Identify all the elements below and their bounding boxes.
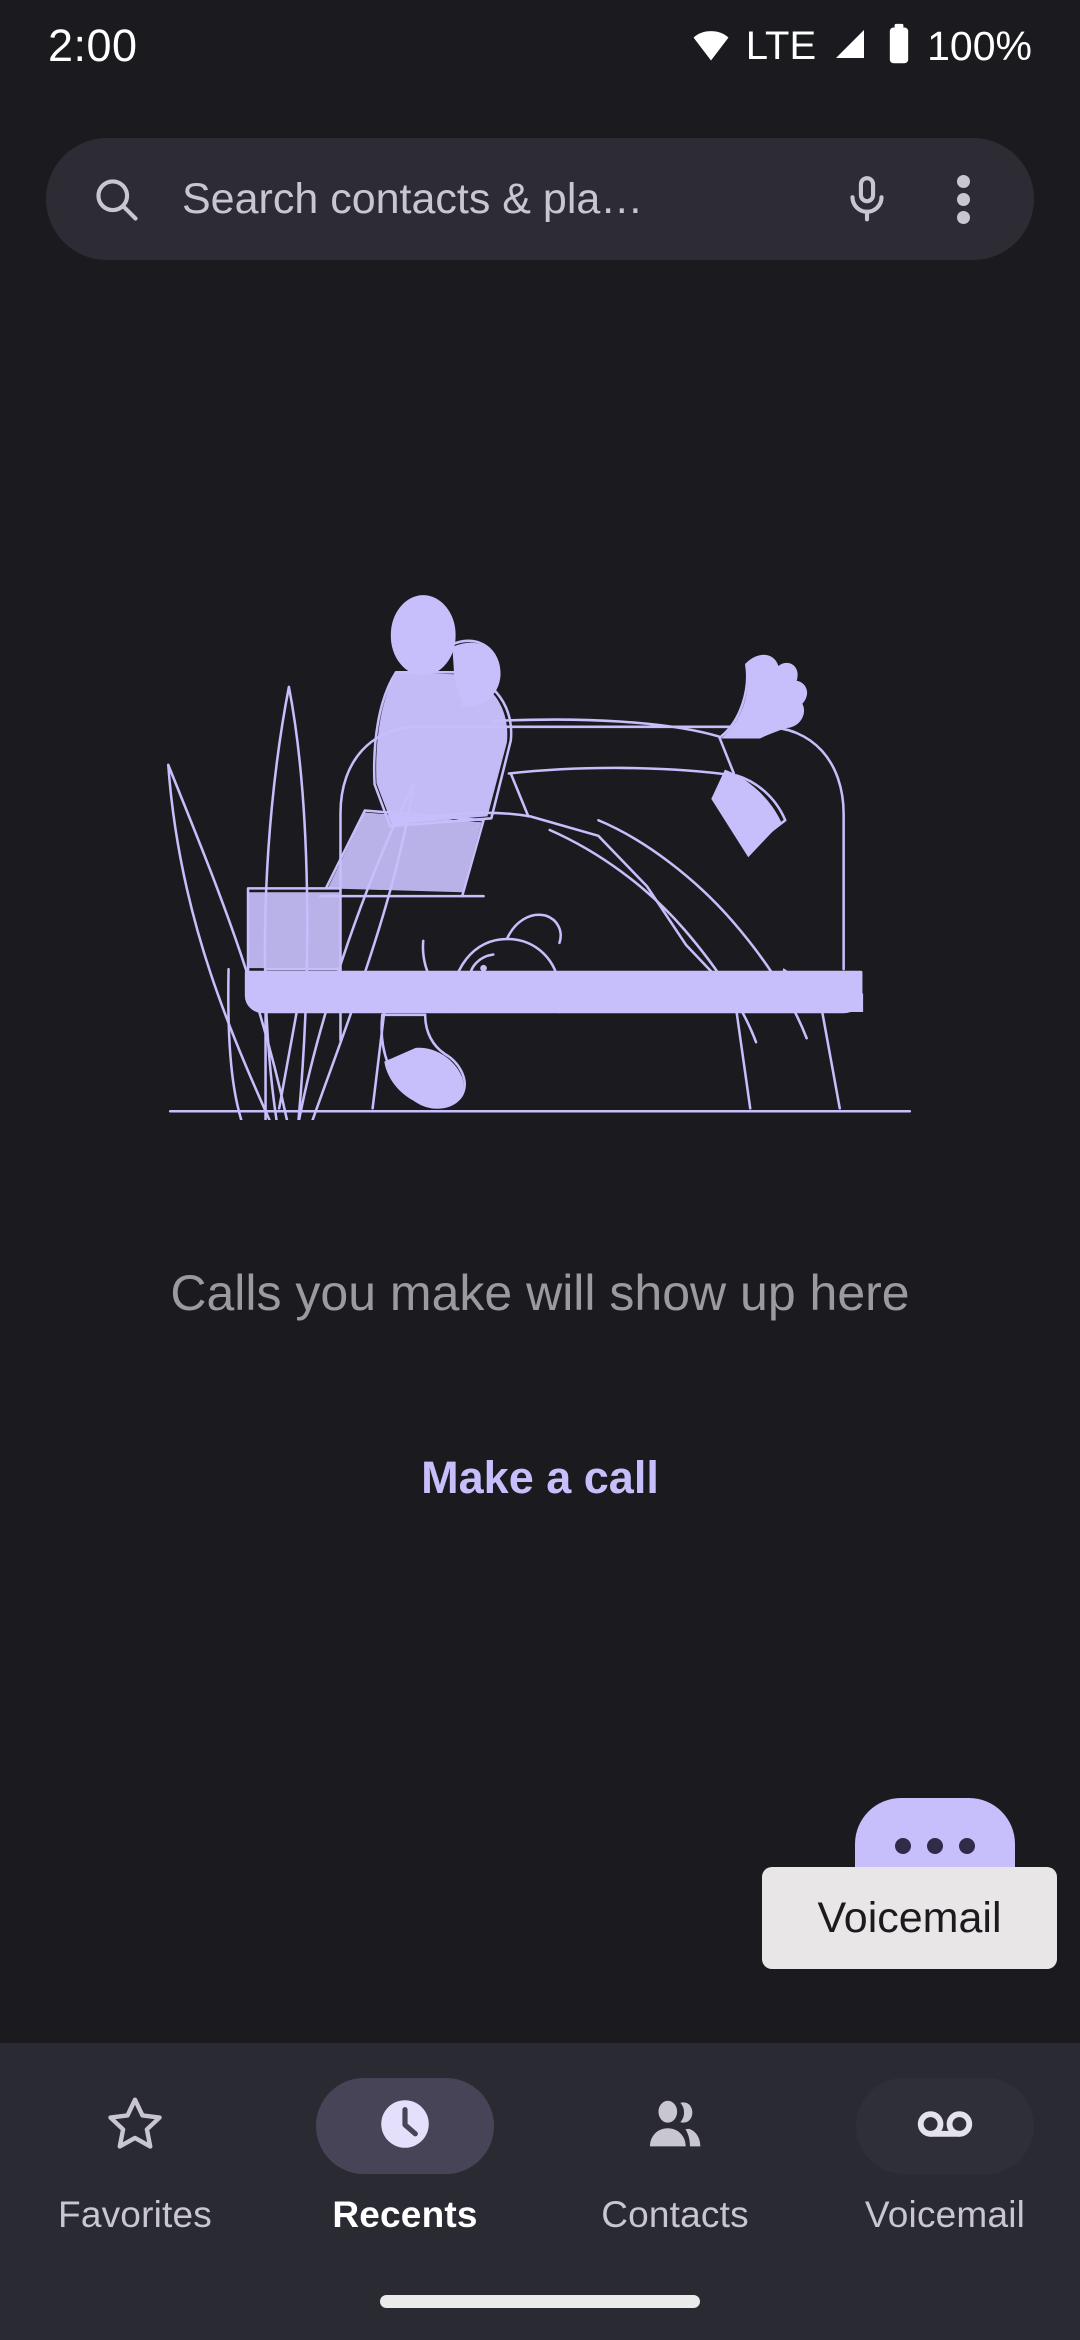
voicemail-tooltip-label: Voicemail <box>817 1893 1002 1942</box>
search-input[interactable]: Search contacts & pla… <box>182 175 830 224</box>
status-bar: 2:00 LTE 100% <box>0 0 1080 92</box>
microphone-icon[interactable] <box>830 162 904 236</box>
nav-pill-voicemail <box>856 2078 1034 2174</box>
nav-item-favorites[interactable]: Favorites <box>0 2078 270 2236</box>
battery-full-icon <box>884 22 914 71</box>
nav-pill-recents <box>316 2078 494 2174</box>
search-icon <box>88 171 144 227</box>
nav-pill-contacts <box>586 2078 764 2174</box>
empty-state-title: Calls you make will show up here <box>170 1265 910 1321</box>
voicemail-tooltip: Voicemail <box>762 1867 1057 1969</box>
bottom-navigation-bar: Favorites Recents Contacts Voicemail <box>0 2043 1080 2340</box>
overflow-menu-icon[interactable] <box>926 162 1000 236</box>
nav-label-favorites: Favorites <box>58 2194 212 2235</box>
make-a-call-link[interactable]: Make a call <box>0 1452 1080 1504</box>
nav-label-contacts: Contacts <box>601 2194 749 2235</box>
overflow-dot <box>956 174 970 188</box>
nav-item-recents[interactable]: Recents <box>270 2078 540 2236</box>
overflow-dot <box>956 210 970 224</box>
person-on-couch-with-dog-illustration <box>135 575 945 1120</box>
people-icon <box>643 2092 707 2161</box>
status-bar-icons: LTE 100% <box>689 22 1032 71</box>
battery-percent-label: 100% <box>927 22 1032 69</box>
voicemail-icon <box>913 2092 977 2161</box>
cellular-signal-icon <box>829 23 871 70</box>
star-icon <box>104 2093 166 2160</box>
nav-pill-favorites <box>46 2078 224 2174</box>
overflow-dot <box>956 192 970 206</box>
nav-item-voicemail[interactable]: Voicemail <box>810 2078 1080 2236</box>
nav-item-contacts[interactable]: Contacts <box>540 2078 810 2236</box>
phone-screen: 2:00 LTE 100% Search contacts & pla… Cal… <box>0 0 1080 2340</box>
status-bar-clock: 2:00 <box>48 20 138 71</box>
network-type-label: LTE <box>745 23 817 68</box>
wifi-icon <box>689 22 733 71</box>
nav-label-voicemail: Voicemail <box>864 2194 1026 2235</box>
clock-icon <box>374 2093 436 2160</box>
search-bar[interactable]: Search contacts & pla… <box>46 138 1034 260</box>
gesture-navigation-bar[interactable] <box>380 2295 700 2308</box>
nav-label-recents: Recents <box>332 2194 478 2235</box>
